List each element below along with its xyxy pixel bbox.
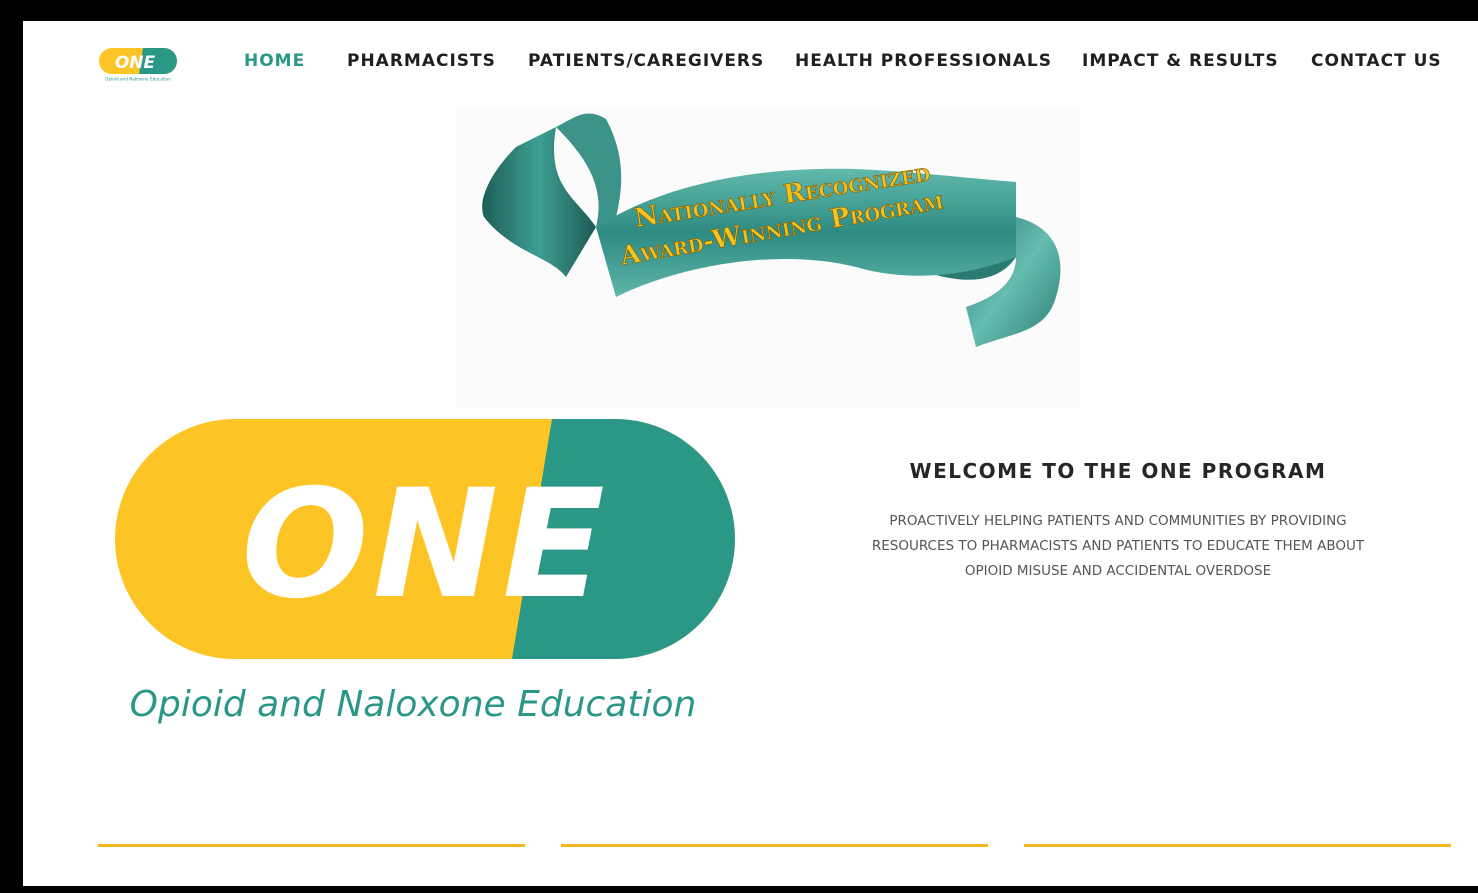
section-divider-2 [561, 844, 988, 847]
award-banner: Nationally Recognized Award-Winning Prog… [456, 107, 1081, 407]
screenshot-frame: ONE Opioid and Naloxone Education HOME P… [7, 7, 1478, 886]
big-logo-text: ONE [241, 458, 609, 632]
welcome-text-line3: OPIOID MISUSE AND ACCIDENTAL OVERDOSE [964, 563, 1272, 579]
main-nav: HOME PHARMACISTS PATIENTS/CAREGIVERS HEA… [237, 51, 1478, 81]
one-program-logo: ONE Opioid and Naloxone Education [115, 419, 735, 725]
section-divider-3 [1024, 844, 1451, 847]
welcome-text-line1: PROACTIVELY HELPING PATIENTS AND COMMUNI… [889, 513, 1347, 529]
nav-health-professionals[interactable]: HEALTH PROFESSIONALS [795, 51, 1052, 71]
welcome-text: PROACTIVELY HELPING PATIENTS AND COMMUNI… [818, 509, 1418, 584]
web-page: ONE Opioid and Naloxone Education HOME P… [23, 21, 1478, 886]
header-logo[interactable]: ONE Opioid and Naloxone Education [99, 48, 177, 82]
nav-contact-us[interactable]: CONTACT US [1311, 51, 1442, 71]
nav-pharmacists[interactable]: PHARMACISTS [347, 51, 496, 71]
nav-patients-caregivers[interactable]: PATIENTS/CAREGIVERS [528, 51, 764, 71]
section-divider-1 [98, 844, 525, 847]
header-logo-text: ONE [115, 53, 156, 73]
welcome-title: WELCOME TO THE ONE PROGRAM [909, 459, 1327, 483]
award-ribbon-graphic: Nationally Recognized Award-Winning Prog… [482, 113, 1061, 347]
nav-impact-results[interactable]: IMPACT & RESULTS [1082, 51, 1279, 71]
header-logo-subtitle: Opioid and Naloxone Education [105, 77, 171, 82]
big-logo-subtitle: Opioid and Naloxone Education [130, 684, 697, 725]
nav-home[interactable]: HOME [244, 51, 305, 71]
welcome-text-line2: RESOURCES TO PHARMACISTS AND PATIENTS TO… [871, 538, 1365, 554]
